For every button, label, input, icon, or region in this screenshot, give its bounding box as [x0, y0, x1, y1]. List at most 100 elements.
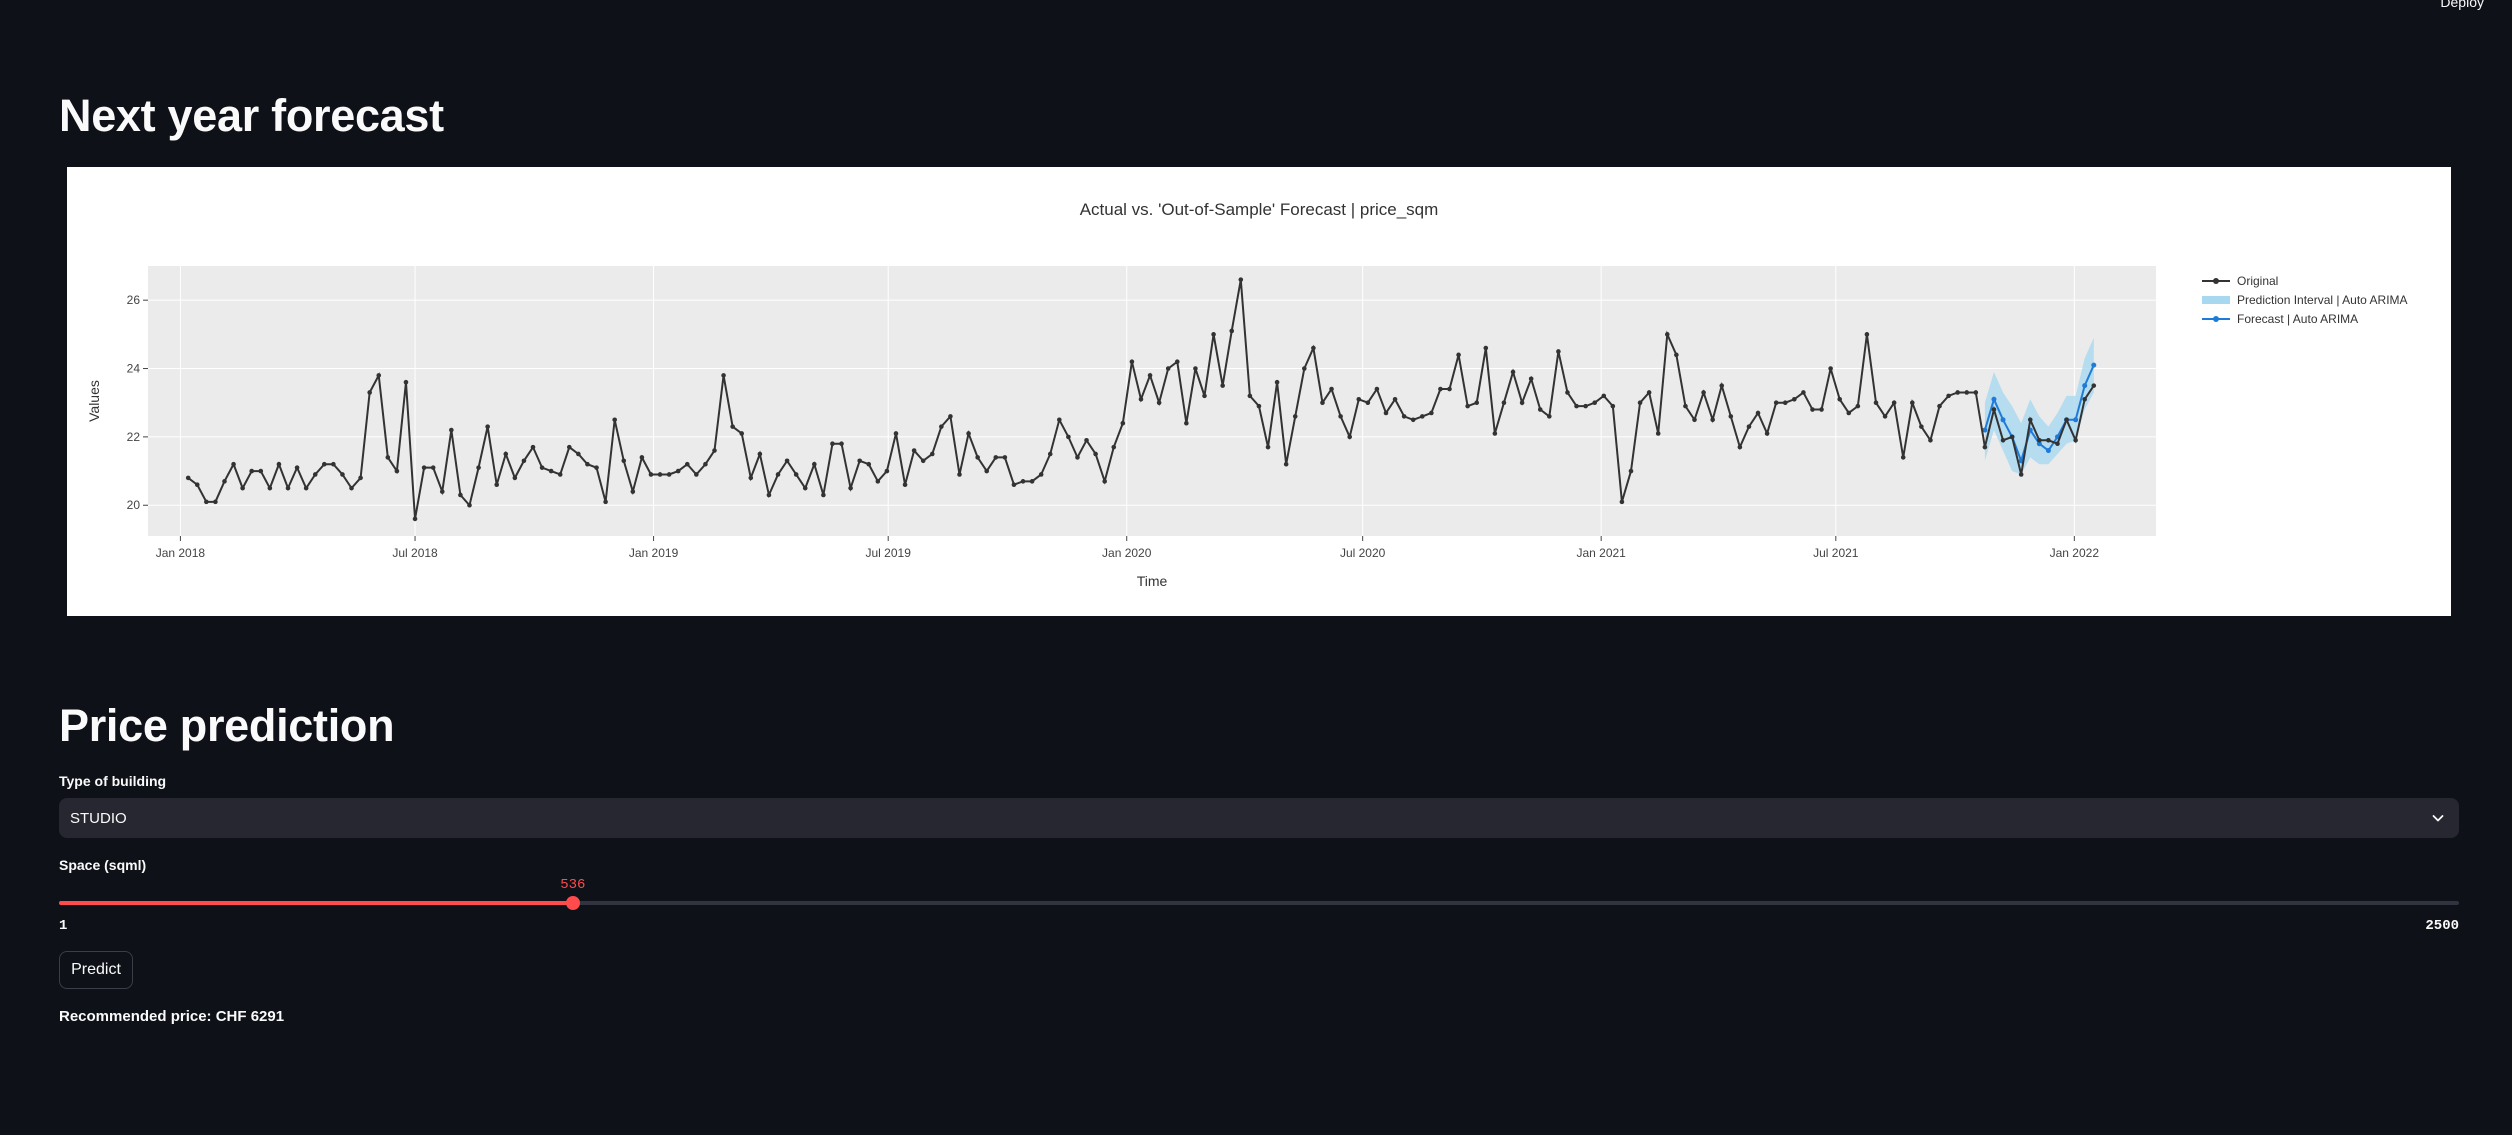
original-point: [276, 461, 282, 467]
original-point: [1537, 407, 1543, 412]
original-point: [1501, 400, 1507, 406]
original-point: [1365, 400, 1371, 406]
original-point: [1020, 479, 1026, 484]
original-point: [1674, 352, 1679, 358]
original-point: [449, 427, 454, 433]
original-point: [467, 502, 472, 508]
original-point: [594, 465, 599, 470]
original-point: [793, 472, 799, 477]
original-point: [1846, 410, 1852, 416]
y-tick-label: 20: [127, 498, 141, 512]
original-point: [703, 461, 708, 467]
original-point: [213, 499, 218, 505]
original-point: [830, 441, 835, 447]
original-point: [966, 431, 971, 436]
original-point: [1692, 417, 1697, 423]
original-point: [1528, 376, 1534, 382]
original-point: [1919, 424, 1924, 429]
original-point: [1701, 390, 1706, 395]
original-point: [1165, 366, 1171, 371]
recommended-price-label: Recommended price:: [59, 1008, 212, 1025]
original-point: [1347, 434, 1352, 440]
space-slider[interactable]: 536 1 2500: [59, 875, 2459, 955]
original-point: [929, 451, 935, 457]
original-point: [240, 485, 245, 491]
recommended-price: Recommended price: CHF 6291: [59, 1008, 284, 1025]
predict-button[interactable]: Predict: [59, 951, 133, 989]
deploy-button[interactable]: Deploy: [2440, 0, 2484, 10]
original-point: [875, 479, 881, 484]
original-point: [948, 414, 953, 419]
forecast-point: [2073, 417, 2079, 423]
original-point: [503, 451, 509, 457]
original-point: [2082, 396, 2088, 402]
original-point: [1147, 373, 1153, 378]
original-point: [2055, 441, 2060, 447]
original-point: [1891, 400, 1897, 406]
original-point: [939, 424, 944, 429]
original-point: [893, 431, 899, 436]
original-point: [784, 458, 790, 464]
original-point: [1392, 396, 1398, 402]
original-point: [412, 516, 418, 522]
original-point: [1238, 277, 1244, 282]
original-point: [1075, 455, 1080, 460]
y-tick-label: 26: [127, 293, 141, 307]
original-point: [675, 468, 681, 474]
original-point: [1637, 400, 1643, 406]
original-point: [848, 485, 853, 491]
original-point: [902, 482, 908, 488]
original-point: [1810, 407, 1815, 412]
original-point: [585, 461, 590, 467]
original-point: [1401, 414, 1407, 419]
original-point: [403, 379, 409, 385]
forecast-point: [2091, 362, 2097, 368]
original-point: [1111, 444, 1117, 450]
original-point: [1619, 499, 1625, 505]
original-point: [267, 485, 273, 491]
original-point: [802, 485, 808, 491]
original-point: [1093, 451, 1098, 457]
original-point: [1465, 403, 1470, 409]
chevron-down-icon: [2432, 815, 2444, 822]
original-point: [1655, 431, 1661, 436]
original-point: [1728, 414, 1734, 419]
y-axis-label: Values: [86, 380, 102, 422]
original-point: [1383, 410, 1389, 416]
original-point: [1982, 444, 1988, 450]
original-point: [1120, 420, 1126, 426]
space-slider-min: 1: [59, 918, 68, 934]
original-point: [1737, 444, 1743, 450]
original-point: [1374, 386, 1380, 392]
original-point: [1955, 390, 1960, 395]
original-point: [1447, 386, 1452, 392]
original-point: [1782, 400, 1788, 406]
original-point: [439, 489, 445, 494]
original-point: [694, 472, 699, 477]
original-point: [1519, 400, 1525, 406]
y-tick-label: 24: [127, 362, 141, 376]
original-point: [512, 475, 518, 481]
original-point: [376, 373, 382, 378]
space-slider-fill: [59, 901, 573, 905]
building-type-value: STUDIO: [70, 809, 127, 827]
forecast-chart: 20 22 24 26 Jan 2018 Jul 2018 Jan 2019 Jul 2019…: [67, 167, 2451, 616]
original-point: [766, 492, 772, 498]
forecast-point: [2000, 417, 2006, 423]
building-type-label: Type of building: [59, 773, 167, 789]
original-point: [1601, 393, 1607, 399]
original-point: [712, 448, 717, 453]
building-type-select[interactable]: STUDIO: [59, 798, 2459, 838]
original-point: [757, 451, 763, 457]
original-point: [1156, 400, 1162, 406]
original-point: [1937, 403, 1942, 409]
original-point: [430, 465, 436, 470]
original-point: [576, 451, 581, 457]
original-point: [312, 472, 318, 477]
original-point: [458, 492, 463, 498]
space-slider-thumb[interactable]: [565, 896, 580, 910]
original-point: [349, 485, 354, 491]
price-prediction-heading: Price prediction: [59, 700, 395, 751]
original-point: [1247, 393, 1253, 399]
original-point: [1256, 403, 1262, 409]
